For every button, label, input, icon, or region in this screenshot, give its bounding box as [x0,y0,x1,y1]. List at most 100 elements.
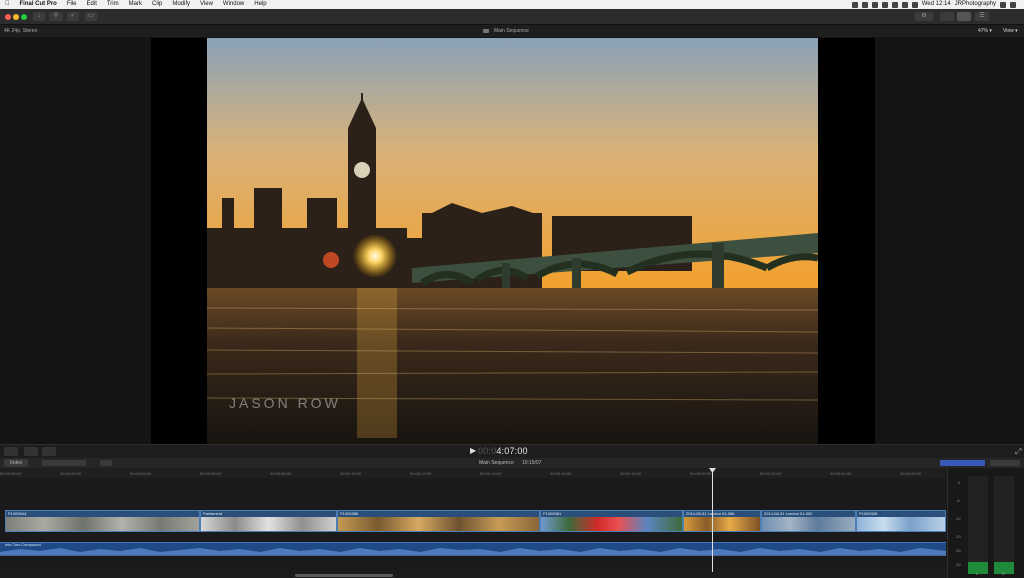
timeline-clip[interactable]: 2014-08-31 London 01-052 [761,510,856,532]
audio-clip-name: Into Two Compound [5,542,41,547]
zoom-window-button[interactable] [21,14,27,20]
timeline-clip[interactable]: P1000044 [5,510,200,532]
clip-thumbnails [201,517,336,531]
clock[interactable]: Wed 12:14 [922,0,951,9]
keywords-icon[interactable]: ⚲ [49,12,63,21]
audio-skimming-icon[interactable] [940,460,985,466]
index-button[interactable]: Index [4,459,29,467]
timeline-clip[interactable]: 2014-08-31 London 01-086 [683,510,761,532]
meter-scale-label: -50 [955,562,961,567]
timeline-toggle-icon[interactable] [957,12,971,21]
app-menu[interactable]: Final Cut Pro [15,0,62,9]
audio-meters: 0 -6 -12 -20 -30 -50 L R [947,468,1024,578]
inspector-toggle-icon[interactable]: ☰ [975,12,989,21]
meter-scale-label: -20 [955,534,961,539]
timeline-sequence-name: Main Sequence [479,460,514,466]
user-name[interactable]: JRPhotography [955,0,996,9]
lens-flare [323,252,339,268]
apple-menu-icon[interactable]:  [0,0,15,9]
clip-name: P1000386 [340,511,359,516]
menu-mark[interactable]: Mark [124,0,147,9]
menu-modify[interactable]: Modify [167,0,195,9]
clip-thumbnails [857,517,945,531]
close-window-button[interactable] [5,14,11,20]
meter-scale-label: -6 [956,498,960,503]
clip-thumbnails [684,517,760,531]
search-icon[interactable] [1000,1,1006,8]
sun-flare [353,234,397,278]
clip-thumbnails [762,517,855,531]
effects-icon[interactable] [24,447,38,456]
timeline-clip[interactable]: P1000386 [337,510,540,532]
river [207,288,818,444]
menu-bar:  Final Cut Pro File Edit Trim Mark Clip… [0,0,1024,9]
meter-scale-label: -30 [955,548,961,553]
minimize-window-button[interactable] [13,14,19,20]
background-tasks-icon[interactable]: ✓ [67,12,79,21]
menu-window[interactable]: Window [218,0,249,9]
clip-thumbnails [6,517,199,531]
share-icon[interactable]: ▭ [85,12,97,21]
retime-icon[interactable] [42,447,56,456]
status-icon-4[interactable] [881,1,888,8]
menu-edit[interactable]: Edit [82,0,102,9]
ruler-tick: 00:00:20:00 [690,471,712,476]
ruler-tick: 00:00:12:00 [410,471,432,476]
meter-channel-right: R [1002,571,1005,576]
watermark: JASON ROW [229,395,341,411]
browser-toggle-icon[interactable] [940,12,954,21]
meter-scale-label: 0 [958,480,961,485]
meter-scale-label: -12 [955,516,961,521]
menu-help[interactable]: Help [249,0,271,9]
status-icon-3[interactable] [871,1,878,8]
edit-tools-icon[interactable] [42,460,86,466]
status-icon-2[interactable] [861,1,868,8]
select-tool-icon[interactable] [100,460,112,466]
clip-name: 2014-08-31 London 01-086 [686,511,735,516]
list-icon[interactable] [1010,1,1016,8]
ruler-tick: 00:00:26:00 [900,471,922,476]
ruler-tick: 00:00:22:00 [760,471,782,476]
clip-name: Parliament [203,511,223,516]
enhancements-icon[interactable]: ⚙ [915,12,933,21]
timecode-value: 4:07:00 [496,446,528,456]
video-frame[interactable]: JASON ROW [207,38,818,444]
status-icon-1[interactable] [851,1,858,8]
ruler-tick: 00:00:24:00 [830,471,852,476]
timeline-clip[interactable]: P1000081 [540,510,683,532]
battery-icon[interactable] [911,1,918,8]
view-menu[interactable]: View ▾ [1003,25,1018,37]
menu-view[interactable]: View [195,0,218,9]
play-button[interactable]: ▶ [470,446,476,455]
menu-clip[interactable]: Clip [147,0,167,9]
meter-left [968,476,988,574]
volume-icon[interactable] [901,1,908,8]
playhead[interactable] [712,470,713,572]
wifi-icon[interactable] [891,1,898,8]
viewer-title: Main Sequence [494,28,529,34]
import-icon[interactable]: ↓ [33,12,45,21]
timeline-duration: 10:15/07 [522,460,542,466]
clip-appearance-icon[interactable] [4,447,18,456]
timeline-clip[interactable]: Parliament [200,510,337,532]
ruler-tick: 00:00:16:00 [550,471,572,476]
clock-face [354,162,370,178]
fullscreen-icon[interactable]: ⤢ [1015,447,1021,457]
zoom-popup[interactable]: 47% ▾ [978,25,992,37]
timeline-scrollbar[interactable] [295,574,393,577]
format-label: 4K 24p, Stereo [4,28,38,34]
audio-lane[interactable] [0,542,946,556]
audio-waveform [0,548,946,556]
timecode-display[interactable]: 00:04:07:00 [478,444,528,458]
ruler-tick: 00:00:00:00 [0,471,22,476]
viewer-header: 4K 24p, Stereo Main Sequence 47% ▾ View … [0,25,1024,37]
timeline-clip[interactable]: P1000328 [856,510,946,532]
timeline-options-icon[interactable] [990,460,1020,466]
clip-name: P1000044 [8,511,27,516]
menu-trim[interactable]: Trim [102,0,124,9]
timeline-ruler[interactable]: 00:00:00:00 00:00:02:00 00:00:04:00 00:0… [0,468,946,478]
ruler-tick: 00:00:18:00 [620,471,642,476]
ruler-tick: 00:00:02:00 [60,471,82,476]
zoom-value: 47% [978,28,989,34]
menu-file[interactable]: File [62,0,82,9]
